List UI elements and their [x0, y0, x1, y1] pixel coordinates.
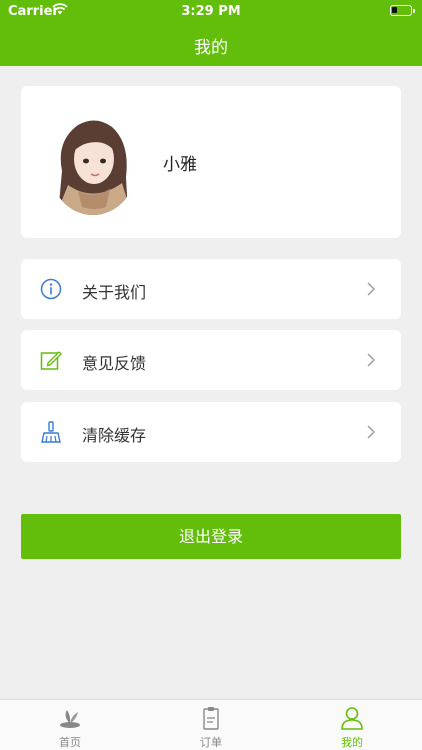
tab-orders[interactable]: 订单 [141, 700, 281, 750]
tab-label: 首页 [59, 736, 81, 749]
avatar-illustration [48, 111, 138, 215]
tab-label: 我的 [341, 736, 363, 749]
edit-icon [40, 351, 62, 370]
menu-item-label: 意见反馈 [82, 354, 147, 373]
tab-mine[interactable]: 我的 [282, 700, 422, 750]
tab-home[interactable]: 首页 [0, 700, 140, 750]
tab-label: 订单 [200, 736, 222, 749]
home-icon [60, 710, 80, 728]
status-time: 3:29 PM [181, 4, 241, 19]
status-bar: Carrier 3:29 PM [0, 0, 422, 22]
chevron-right-icon [367, 353, 375, 367]
avatar[interactable] [48, 111, 138, 215]
chevron-right-icon [367, 282, 375, 296]
menu-item-clear-cache[interactable]: 清除缓存 [21, 402, 401, 462]
battery-icon [390, 5, 415, 16]
profile-card[interactable]: 小雅 [21, 86, 401, 238]
tab-bar: 首页 订单 我的 [0, 699, 422, 750]
menu-item-label: 清除缓存 [82, 426, 147, 445]
info-icon [40, 278, 62, 300]
username: 小雅 [163, 155, 197, 175]
broom-icon [41, 421, 61, 443]
page-title: 我的 [194, 38, 228, 58]
battery-level-fill [392, 7, 397, 13]
top-bar: Carrier 3:29 PM 我的 [0, 0, 422, 66]
user-icon [341, 707, 363, 730]
menu-item-about-us[interactable]: 关于我们 [21, 259, 401, 319]
menu-item-feedback[interactable]: 意见反馈 [21, 330, 401, 390]
chevron-right-icon [367, 425, 375, 439]
clipboard-icon [203, 707, 219, 730]
menu-item-label: 关于我们 [82, 283, 147, 302]
logout-button[interactable]: 退出登录 [21, 514, 401, 559]
